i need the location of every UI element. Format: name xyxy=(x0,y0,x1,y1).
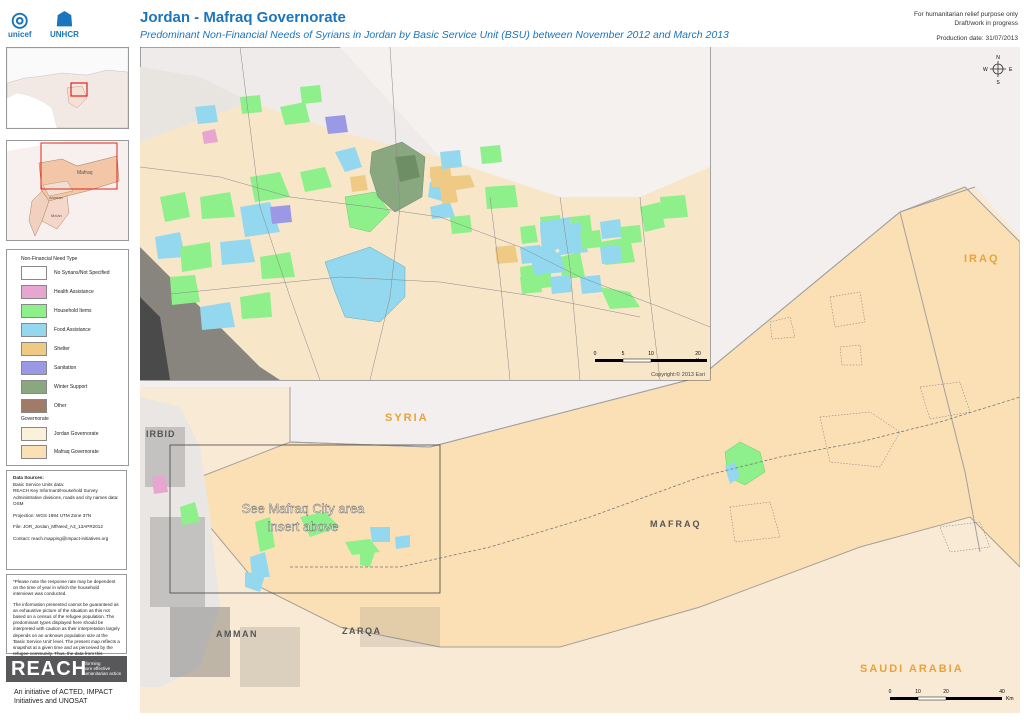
legend-item: Household Items xyxy=(21,304,92,318)
syria-label: SYRIA xyxy=(385,412,429,424)
main-map[interactable]: IRAQ SYRIA MAFRAQ SAUDI ARABIA AMMAN ZAR… xyxy=(140,47,1020,713)
insert-note-line1: See Mafraq City area xyxy=(242,501,366,516)
legend-item: No Syrians/Not Specified xyxy=(21,266,110,280)
svg-text:W: W xyxy=(983,67,988,73)
legend-swatch xyxy=(21,266,47,280)
legend-swatch xyxy=(21,342,47,356)
svg-text:40: 40 xyxy=(999,689,1005,695)
locator-amman-label: Amman xyxy=(49,195,63,200)
amman-label: AMMAN xyxy=(216,629,258,639)
svg-text:20: 20 xyxy=(943,689,949,695)
svg-text:10: 10 xyxy=(648,351,654,357)
zarqa-label: ZARQA xyxy=(342,626,382,636)
globe-icon: ◎ xyxy=(11,9,29,31)
legend-swatch xyxy=(21,399,47,413)
svg-text:5: 5 xyxy=(622,351,625,357)
data-sources-panel: Data Sources: Basic Service Units data: … xyxy=(6,470,127,570)
map-title: Jordan - Mafraq Governorate xyxy=(140,9,346,26)
mafraq-label: MAFRAQ xyxy=(650,519,702,529)
reach-logo: REACH informing more effective humanitar… xyxy=(6,656,127,682)
legend-swatch xyxy=(21,304,47,318)
legend-swatch xyxy=(21,445,47,459)
insert-note-line2: insert above xyxy=(268,519,339,534)
legend-item: Health Assistance xyxy=(21,285,94,299)
esri-copyright: Copyright:© 2013 Esri xyxy=(651,371,705,378)
svg-text:10: 10 xyxy=(915,689,921,695)
svg-text:Km: Km xyxy=(696,358,704,364)
relief-notice: For humanitarian relief purpose only Dra… xyxy=(913,11,1018,27)
saudi-arabia-label: SAUDI ARABIA xyxy=(860,663,964,675)
map-subtitle: Predominant Non-Financial Needs of Syria… xyxy=(140,29,729,41)
legend-item: Jordan Governorate xyxy=(21,427,98,441)
legend-swatch xyxy=(21,323,47,337)
legend-item: Sanitation xyxy=(21,361,76,375)
locator-mafraq-label: Mafraq xyxy=(77,170,93,176)
iraq-label: IRAQ xyxy=(964,253,1000,265)
legend-swatch xyxy=(21,361,47,375)
irbid-label: IRBID xyxy=(146,429,176,439)
legend-title: Non-Financial Need Type xyxy=(21,256,78,262)
svg-text:20: 20 xyxy=(695,351,701,357)
legend-item: Shelter xyxy=(21,342,70,356)
unicef-logo: ◎ unicef xyxy=(8,9,32,39)
mafraq-city-inset-map[interactable]: 0 5 10 20 Km Copyright:© 2013 Esri xyxy=(140,47,711,381)
production-date: Production date: 31/07/2013 xyxy=(936,35,1018,42)
legend-swatch xyxy=(21,285,47,299)
legend-item: Winter Support xyxy=(21,380,87,394)
legend-panel: Non-Financial Need Type No Syrians/Not S… xyxy=(6,249,129,466)
legend-swatch xyxy=(21,427,47,441)
unhcr-emblem-icon: ☗ xyxy=(55,9,74,31)
svg-text:0: 0 xyxy=(889,689,892,695)
legend-swatch xyxy=(21,380,47,394)
jordan-locator-map: Mafraq Amman Ma'an xyxy=(6,140,129,241)
regional-locator-map xyxy=(6,47,129,129)
unhcr-logo: ☗ UNHCR xyxy=(50,9,79,39)
legend-item: Mafraq Governorate xyxy=(21,445,99,459)
legend-item: Other xyxy=(21,399,67,413)
notes-panel: *Please note the response rate may be de… xyxy=(6,574,127,675)
svg-text:Km: Km xyxy=(1006,696,1014,702)
svg-text:0: 0 xyxy=(594,351,597,357)
legend-item: Food Assistance xyxy=(21,323,91,337)
initiative-text: An initiative of ACTED, IMPACT Initiativ… xyxy=(14,689,113,705)
svg-text:N: N xyxy=(996,55,1000,61)
locator-maan-label: Ma'an xyxy=(51,213,62,218)
governorate-legend-title: Governorate xyxy=(21,416,49,422)
